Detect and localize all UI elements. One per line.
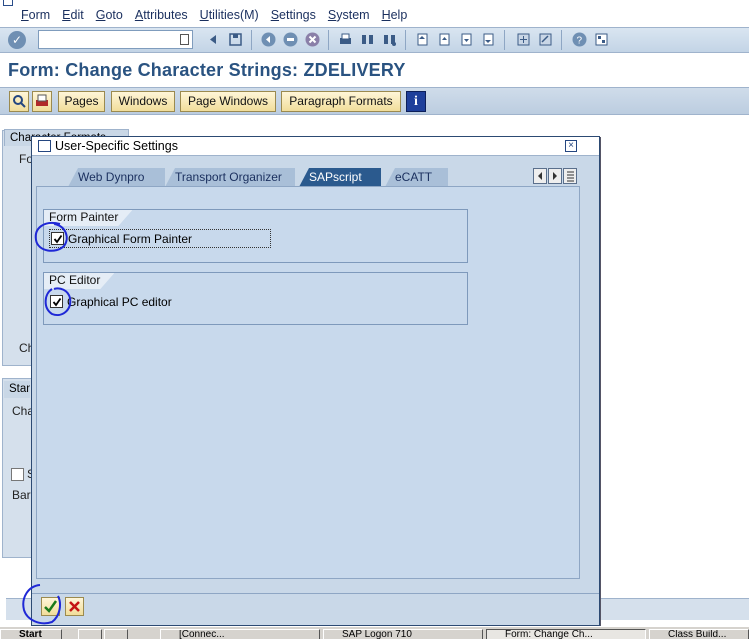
window-icon bbox=[38, 140, 51, 152]
save-icon[interactable] bbox=[227, 31, 244, 48]
layout-menu-icon[interactable] bbox=[593, 31, 610, 48]
page-title: Form: Change Character Strings: ZDELIVER… bbox=[8, 60, 406, 80]
tab-transport-organizer[interactable]: Transport Organizer bbox=[165, 168, 295, 187]
close-icon[interactable]: × bbox=[565, 140, 577, 152]
print-icon[interactable] bbox=[337, 31, 354, 48]
command-input[interactable] bbox=[39, 31, 174, 47]
cancel-x-icon[interactable] bbox=[65, 597, 84, 616]
command-field[interactable] bbox=[38, 30, 193, 49]
bg-fragment-bar: Bar bbox=[12, 488, 31, 502]
menu-system[interactable]: System bbox=[328, 8, 370, 22]
tab-web-dynpro[interactable]: Web Dynpro bbox=[68, 168, 165, 187]
tab-ecatt[interactable]: eCATT bbox=[385, 168, 448, 187]
back-icon[interactable] bbox=[260, 31, 277, 48]
exit-icon[interactable] bbox=[282, 31, 299, 48]
windows-button[interactable]: Windows bbox=[111, 91, 175, 112]
svg-text:?: ? bbox=[577, 36, 583, 47]
tab-sapscript[interactable]: SAPscript bbox=[299, 168, 381, 187]
info-icon[interactable]: i bbox=[406, 91, 426, 112]
confirm-checkmark-icon[interactable] bbox=[41, 597, 60, 616]
dialog-footer bbox=[32, 593, 599, 625]
enter-icon[interactable]: ✓ bbox=[8, 31, 26, 49]
quicklaunch-icon-1[interactable] bbox=[78, 629, 102, 639]
pages-button[interactable]: Pages bbox=[58, 91, 105, 112]
first-page-icon[interactable] bbox=[414, 31, 431, 48]
menu-edit[interactable]: Edit bbox=[62, 8, 84, 22]
menu-goto[interactable]: Goto bbox=[96, 8, 123, 22]
command-history-icon[interactable] bbox=[180, 34, 189, 45]
graphical-pc-editor-label: Graphical PC editor bbox=[67, 294, 172, 309]
graphical-pc-editor-row[interactable]: Graphical PC editor bbox=[49, 292, 249, 311]
bg-checkbox[interactable] bbox=[11, 468, 24, 481]
find-icon[interactable] bbox=[359, 31, 376, 48]
taskbar-sap-logon[interactable]: SAP Logon 710 bbox=[323, 629, 483, 639]
menu-bar: Form Edit Goto Attributes Utilities(M) S… bbox=[0, 4, 749, 26]
menu-settings[interactable]: Settings bbox=[271, 8, 316, 22]
graphical-form-painter-row[interactable]: Graphical Form Painter bbox=[49, 229, 271, 248]
page-windows-button[interactable]: Page Windows bbox=[180, 91, 276, 112]
find-next-icon[interactable] bbox=[381, 31, 398, 48]
tab-scroll-left-icon[interactable] bbox=[533, 168, 547, 184]
dialog-title: User-Specific Settings bbox=[55, 139, 178, 153]
standard-attributes-tab[interactable]: Stan bbox=[4, 381, 30, 398]
menu-utilities[interactable]: Utilities(M) bbox=[200, 8, 259, 22]
create-session-icon[interactable] bbox=[515, 31, 532, 48]
start-button[interactable]: Start bbox=[0, 629, 62, 639]
taskbar-class-builder[interactable]: Class Build... bbox=[649, 629, 749, 639]
menu-attributes[interactable]: Attributes bbox=[135, 8, 188, 22]
last-page-icon[interactable] bbox=[480, 31, 497, 48]
paragraph-formats-button[interactable]: Paragraph Formats bbox=[281, 91, 401, 112]
graphical-form-painter-label: Graphical Form Painter bbox=[68, 231, 193, 246]
print-preview-icon[interactable] bbox=[32, 91, 52, 112]
shortcut-icon[interactable] bbox=[537, 31, 554, 48]
quicklaunch-icon-2[interactable] bbox=[104, 629, 128, 639]
next-page-icon[interactable] bbox=[458, 31, 475, 48]
tab-scroll-right-icon[interactable] bbox=[548, 168, 562, 184]
menu-form[interactable]: Form bbox=[21, 8, 50, 22]
graphical-pc-editor-checkbox[interactable] bbox=[50, 295, 63, 308]
graphical-form-painter-checkbox[interactable] bbox=[51, 232, 64, 245]
taskbar-form-change[interactable]: Form: Change Ch... bbox=[486, 629, 646, 639]
tab-list-icon[interactable] bbox=[563, 168, 577, 184]
back-arrow-icon[interactable] bbox=[205, 31, 222, 48]
menu-help[interactable]: Help bbox=[382, 8, 408, 22]
form-painter-group-title: Form Painter bbox=[44, 210, 132, 226]
pc-editor-group-title: PC Editor bbox=[44, 273, 114, 289]
previous-page-icon[interactable] bbox=[436, 31, 453, 48]
display-icon[interactable] bbox=[9, 91, 29, 112]
cancel-icon[interactable] bbox=[304, 31, 321, 48]
help-icon[interactable]: ? bbox=[571, 31, 588, 48]
tab-navigation bbox=[533, 168, 579, 185]
taskbar-connection[interactable]: [Connec... bbox=[160, 629, 320, 639]
